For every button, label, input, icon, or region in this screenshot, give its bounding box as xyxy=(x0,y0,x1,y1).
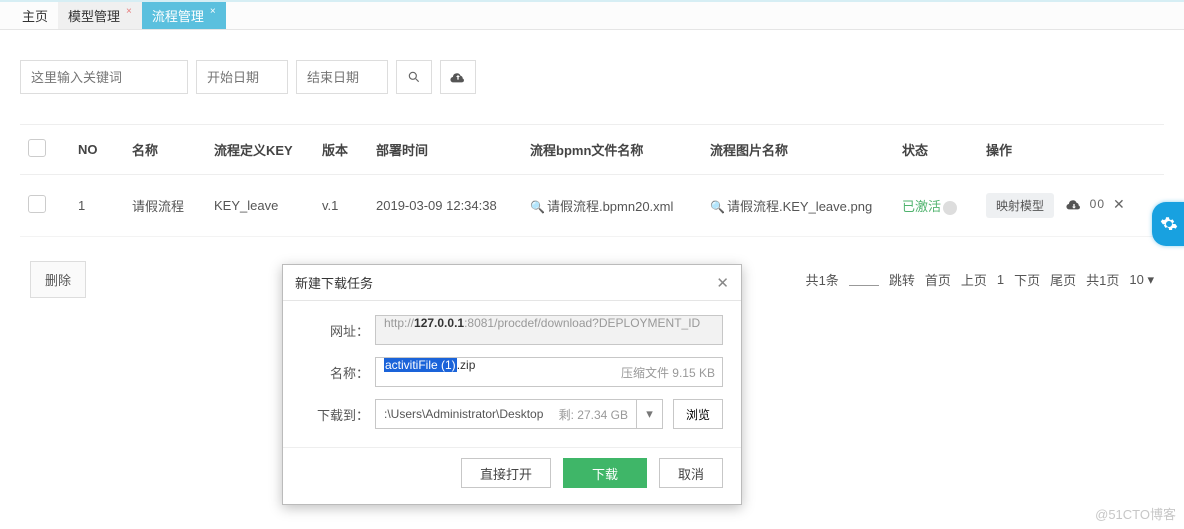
col-no: NO xyxy=(70,125,124,175)
tab-process-manage[interactable]: 流程管理× xyxy=(142,2,226,29)
select-all-checkbox[interactable] xyxy=(28,139,46,157)
end-date-input[interactable] xyxy=(296,60,388,94)
close-icon[interactable]: ✕ xyxy=(1113,196,1125,213)
cell-image-link[interactable]: 🔍请假流程.KEY_leave.png xyxy=(702,175,894,237)
last-page[interactable]: 尾页 xyxy=(1050,270,1076,289)
cell-no: 1 xyxy=(70,175,124,237)
path-dropdown[interactable]: ▾ xyxy=(637,399,663,429)
col-image: 流程图片名称 xyxy=(702,125,894,175)
page-size-select[interactable]: 10 ▾ xyxy=(1129,272,1154,288)
col-deploy-time: 部署时间 xyxy=(368,125,522,175)
cloud-upload-icon xyxy=(450,70,466,84)
first-page[interactable]: 首页 xyxy=(925,270,951,289)
dialog-title: 新建下载任务 xyxy=(295,273,373,292)
save-path-input[interactable]: :\Users\Administrator\Desktop 剩: 27.34 G… xyxy=(375,399,637,429)
pagination: 共1条 跳转 首页 上页 1 下页 尾页 共1页 10 ▾ xyxy=(806,270,1154,289)
tab-model-manage[interactable]: 模型管理× xyxy=(58,2,142,29)
tab-home[interactable]: 主页 xyxy=(12,2,58,29)
download-dialog: 新建下载任务 ✕ 网址： http://127.0.0.1:8081/procd… xyxy=(282,264,742,505)
close-icon[interactable]: × xyxy=(210,6,216,17)
browse-button[interactable]: 浏览 xyxy=(673,399,723,429)
pause-icon[interactable]: 00 xyxy=(1090,197,1105,211)
total-pages: 共1页 xyxy=(1086,270,1119,289)
divider xyxy=(849,274,879,286)
col-status: 状态 xyxy=(894,125,978,175)
row-checkbox[interactable] xyxy=(28,195,46,213)
close-icon[interactable]: × xyxy=(126,6,132,17)
map-model-button[interactable]: 映射模型 xyxy=(986,193,1054,218)
tab-bar: 主页 模型管理× 流程管理× xyxy=(0,2,1184,30)
process-table: NO 名称 流程定义KEY 版本 部署时间 流程bpmn文件名称 流程图片名称 … xyxy=(20,124,1164,237)
col-name: 名称 xyxy=(124,125,206,175)
search-icon xyxy=(407,70,421,84)
close-icon[interactable]: ✕ xyxy=(716,274,729,292)
download-button[interactable]: 下载 xyxy=(563,458,647,488)
filter-bar xyxy=(20,60,1164,94)
cell-version: v.1 xyxy=(314,175,368,237)
current-page: 1 xyxy=(997,272,1004,287)
search-button[interactable] xyxy=(396,60,432,94)
search-icon: 🔍 xyxy=(710,200,725,214)
prev-page[interactable]: 上页 xyxy=(961,270,987,289)
disk-remaining: 剩: 27.34 GB xyxy=(559,406,628,423)
col-ops: 操作 xyxy=(978,125,1164,175)
watermark: @51CTO博客 xyxy=(1095,504,1176,523)
cell-key: KEY_leave xyxy=(206,175,314,237)
keyword-input[interactable] xyxy=(20,60,188,94)
saveto-label: 下载到： xyxy=(301,405,369,424)
col-bpmn: 流程bpmn文件名称 xyxy=(522,125,702,175)
search-icon: 🔍 xyxy=(530,200,545,214)
gear-icon xyxy=(1160,215,1178,233)
settings-drawer-toggle[interactable] xyxy=(1152,202,1184,246)
filename-label: 名称： xyxy=(301,363,369,382)
cell-name: 请假流程 xyxy=(124,175,206,237)
status-toggle[interactable] xyxy=(943,201,957,215)
upload-button[interactable] xyxy=(440,60,476,94)
url-label: 网址： xyxy=(301,321,369,340)
url-input[interactable]: http://127.0.0.1:8081/procdef/download?D… xyxy=(375,315,723,345)
open-directly-button[interactable]: 直接打开 xyxy=(461,458,551,488)
next-page[interactable]: 下页 xyxy=(1014,270,1040,289)
jump-label: 跳转 xyxy=(889,270,915,289)
cancel-button[interactable]: 取消 xyxy=(659,458,723,488)
cell-bpmn-link[interactable]: 🔍请假流程.bpmn20.xml xyxy=(522,175,702,237)
delete-button[interactable]: 删除 xyxy=(30,261,86,298)
cell-status[interactable]: 已激活 xyxy=(894,175,978,237)
col-key: 流程定义KEY xyxy=(206,125,314,175)
start-date-input[interactable] xyxy=(196,60,288,94)
cell-deploy-time: 2019-03-09 12:34:38 xyxy=(368,175,522,237)
filename-input[interactable]: activitiFile (1).zip xyxy=(375,357,723,387)
cloud-download-icon[interactable] xyxy=(1066,198,1082,210)
table-row: 1 请假流程 KEY_leave v.1 2019-03-09 12:34:38… xyxy=(20,175,1164,237)
total-count: 共1条 xyxy=(806,270,839,289)
col-version: 版本 xyxy=(314,125,368,175)
